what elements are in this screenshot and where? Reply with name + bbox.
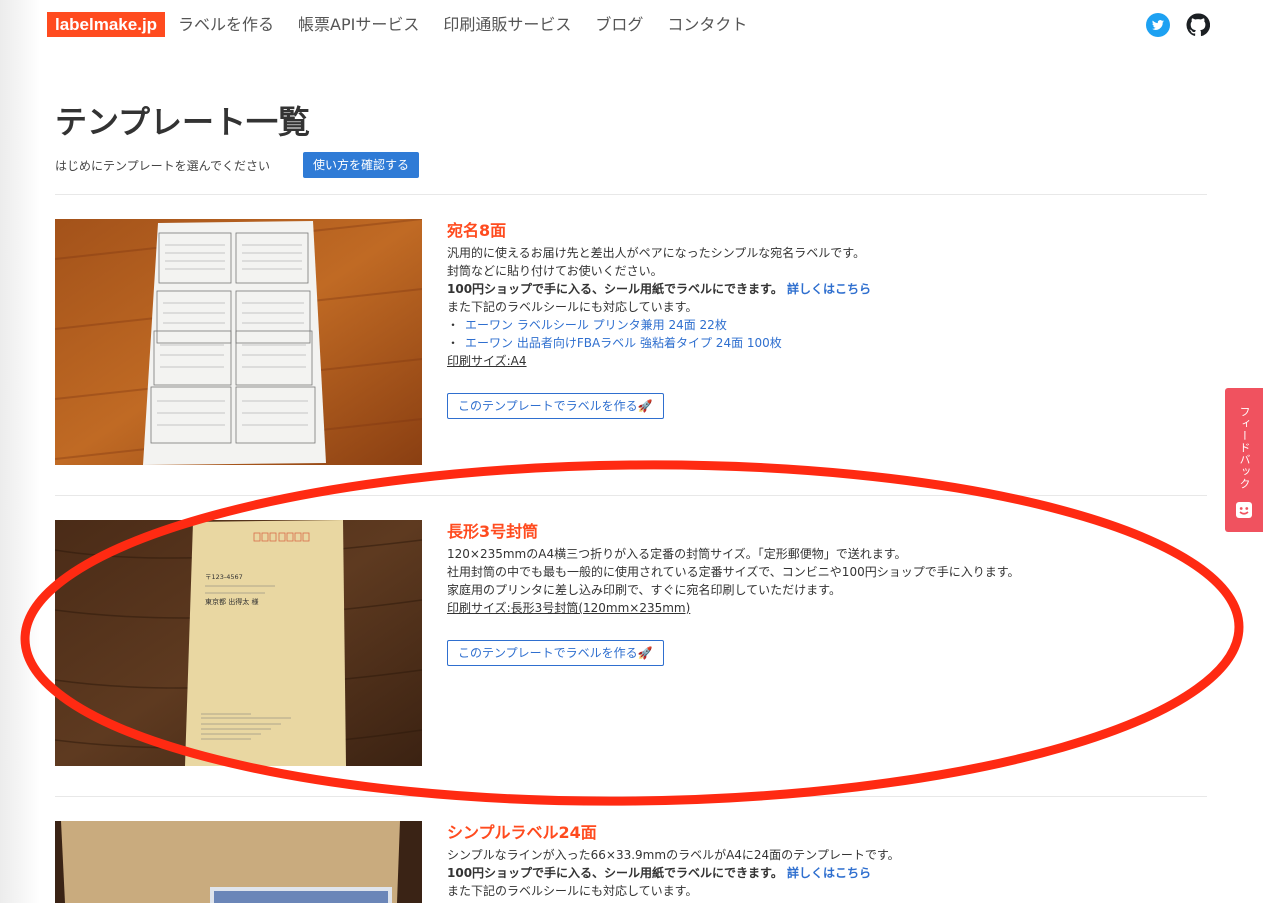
nav-link-print-service[interactable]: 印刷通販サービス	[443, 14, 571, 36]
template-title[interactable]: 宛名8面	[447, 220, 1187, 242]
template-image-atena8[interactable]	[55, 219, 422, 465]
template-description: 汎用的に使えるお届け先と差出人がペアになったシンプルな宛名ラベルです。	[447, 246, 866, 260]
template-card-atena8: 宛名8面 汎用的に使えるお届け先と差出人がペアになったシンプルな宛名ラベルです。…	[447, 220, 1187, 419]
bullet-dot: ・	[447, 318, 460, 332]
intro-text: はじめにテンプレートを選んでください	[55, 159, 271, 173]
compat-item: ・エーワン ラベルシール プリンタ兼用 24面 22枚	[447, 316, 1187, 334]
nav-link-make-label[interactable]: ラベルを作る	[178, 14, 274, 36]
template-description: シンプルなラインが入った66×33.9mmのラベルがA4に24面のテンプレートで…	[447, 848, 900, 862]
envelope-recipient: 東京都 出得太 様	[205, 597, 258, 606]
smile-icon	[1236, 502, 1252, 518]
print-size: 印刷サイズ:A4	[447, 354, 527, 368]
github-icon[interactable]	[1186, 13, 1211, 37]
page-edge-shadow	[0, 0, 40, 903]
compat-note: また下記のラベルシールにも対応しています。	[447, 300, 698, 314]
compat-item: ・エーワン 出品者向けFBAラベル 強粘着タイプ 24面 100枚	[447, 334, 1187, 352]
template-title[interactable]: 長形3号封筒	[447, 521, 1187, 543]
template-description: 家庭用のプリンタに差し込み印刷で、すぐに宛名印刷していただけます。	[447, 583, 841, 597]
make-label-button[interactable]: このテンプレートでラベルを作る🚀	[447, 393, 664, 419]
page-title: テンプレート一覧	[55, 103, 311, 141]
template-description: 封筒などに貼り付けてお使いください。	[447, 264, 663, 278]
nav-link-blog[interactable]: ブログ	[595, 14, 643, 36]
navbar: labelmake.jp ラベルを作る 帳票APIサービス 印刷通販サービス ブ…	[0, 0, 1264, 50]
make-label-button[interactable]: このテンプレートでラベルを作る🚀	[447, 640, 664, 666]
template-image-envelope[interactable]: 〒123-4567 東京都 出得太 様	[55, 520, 422, 766]
template-title[interactable]: シンプルラベル24面	[447, 822, 1187, 844]
template-highlight: 100円ショップで手に入る、シール用紙でラベルにできます。 詳しくはこちら	[447, 280, 1187, 298]
divider	[55, 796, 1207, 797]
envelope-postal: 〒123-4567	[205, 573, 243, 581]
compat-item-link[interactable]: エーワン 出品者向けFBAラベル 強粘着タイプ 24面 100枚	[465, 336, 782, 350]
nav-link-contact[interactable]: コンタクト	[667, 14, 747, 36]
bullet-dot: ・	[447, 336, 460, 350]
template-card-simple24: シンプルラベル24面 シンプルなラインが入った66×33.9mmのラベルがA4に…	[447, 822, 1187, 900]
divider	[55, 194, 1207, 195]
twitter-icon[interactable]	[1146, 13, 1170, 37]
divider	[55, 495, 1207, 496]
template-card-envelope: 長形3号封筒 120×235mmのA4横三つ折りが入る定番の封筒サイズ。「定形郵…	[447, 521, 1187, 666]
print-size: 印刷サイズ:長形3号封筒(120mm×235mm)	[447, 601, 691, 615]
template-highlight: 100円ショップで手に入る、シール用紙でラベルにできます。 詳しくはこちら	[447, 864, 1187, 882]
nav-link-api-service[interactable]: 帳票APIサービス	[298, 14, 419, 36]
detail-link[interactable]: 詳しくはこちら	[787, 282, 871, 296]
detail-link[interactable]: 詳しくはこちら	[787, 866, 871, 880]
compat-note: また下記のラベルシールにも対応しています。	[447, 884, 698, 898]
feedback-tab[interactable]: フィードバック	[1225, 388, 1263, 532]
feedback-label: フィードバック	[1238, 406, 1251, 490]
template-description: 社用封筒の中でも最も一般的に使用されている定番サイズで、コンビニや100円ショッ…	[447, 565, 1020, 579]
template-image-simple24[interactable]	[55, 821, 422, 903]
brand-logo[interactable]: labelmake.jp	[47, 12, 166, 37]
compat-item-link[interactable]: エーワン ラベルシール プリンタ兼用 24面 22枚	[465, 318, 727, 332]
template-description: 120×235mmのA4横三つ折りが入る定番の封筒サイズ。「定形郵便物」で送れま…	[447, 547, 907, 561]
howto-button[interactable]: 使い方を確認する	[303, 152, 419, 178]
nav-links: ラベルを作る 帳票APIサービス 印刷通販サービス ブログ コンタクト	[178, 14, 771, 36]
template-highlight-text: 100円ショップで手に入る、シール用紙でラベルにできます。	[447, 866, 783, 880]
template-highlight-text: 100円ショップで手に入る、シール用紙でラベルにできます。	[447, 282, 783, 296]
